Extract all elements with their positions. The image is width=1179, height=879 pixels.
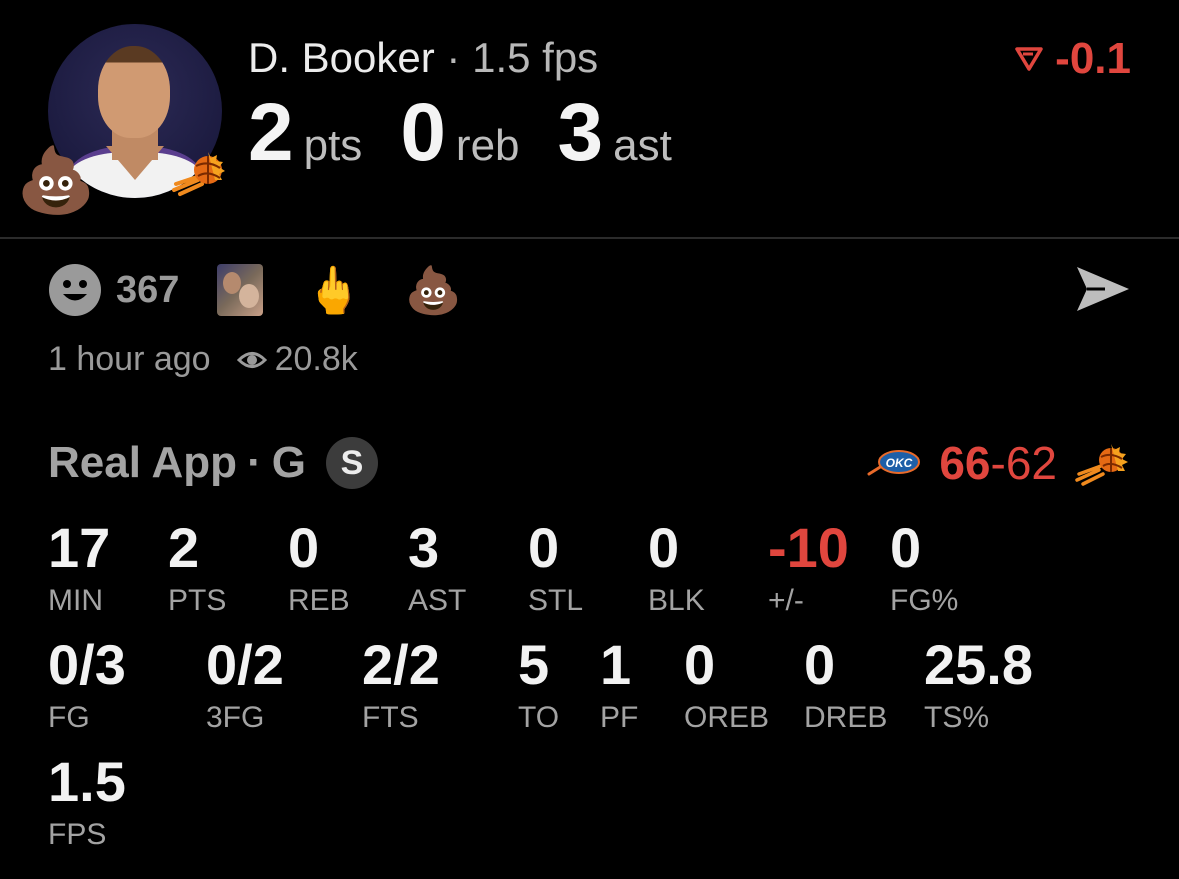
stat-label: TS% [924, 701, 990, 734]
post-meta: 1 hour ago 20.8k [48, 340, 358, 379]
stat-label: FG [48, 701, 90, 734]
source-name[interactable]: Real App [48, 438, 237, 488]
stat-label: +/- [768, 584, 804, 617]
stat-value: 1.5 [48, 750, 126, 813]
headline-reb-unit: reb [455, 121, 520, 170]
stat-oreb: 0 OREB [684, 637, 769, 735]
photo-face [239, 284, 260, 308]
stat-ts-pct: 25.8 TS% [924, 637, 1033, 735]
fps-delta: -0.1 [1015, 34, 1131, 84]
stat-reb: 0 REB [288, 520, 350, 618]
stat-label: BLK [648, 584, 705, 617]
avatar-face [98, 46, 170, 138]
game-score[interactable]: OKC 66 - 62 [867, 436, 1131, 490]
stat-ast: 3 AST [408, 520, 466, 618]
middle-finger-reaction[interactable]: 🖕 [305, 267, 362, 313]
stat-min: 17 MIN [48, 520, 110, 618]
poop-reaction[interactable]: 💩 [405, 267, 462, 313]
score-separator: - [990, 437, 1006, 489]
stat-to: 5 TO [518, 637, 559, 735]
stat-label: OREB [684, 701, 770, 734]
stat-value: 2/2 [362, 633, 440, 696]
stats-row-1: 17 MIN 2 PTS 0 REB 3 AST 0 STL 0 BLK -10… [48, 520, 1148, 620]
headline-pts-value: 2 [248, 87, 294, 178]
stats-row-3: 1.5 FPS [48, 754, 1148, 854]
stat-fg-pct: 0 FG% [890, 520, 958, 618]
stat-dreb: 0 DREB [804, 637, 887, 735]
stat-value: 0 [288, 516, 320, 579]
stat-value: 17 [48, 516, 111, 579]
stats-row-2: 0/3 FG 0/2 3FG 2/2 FTS 5 TO 1 PF 0 OREB … [48, 637, 1148, 737]
player-title[interactable]: D. Booker · 1.5 fps [248, 34, 598, 82]
okc-logo-icon: OKC [867, 450, 921, 476]
title-separator: · [446, 34, 461, 81]
stat-label: FPS [48, 818, 107, 851]
send-icon[interactable] [1075, 264, 1131, 314]
stat-label: FTS [362, 701, 419, 734]
reaction-count[interactable]: 367 [116, 269, 179, 312]
stat-fps: 1.5 FPS [48, 754, 126, 852]
game-info-row: Real App · G S OKC 66 - 62 [48, 436, 1131, 490]
stat-pf: 1 PF [600, 637, 638, 735]
stat-value: 3 [408, 516, 440, 579]
stat-fts: 2/2 FTS [362, 637, 440, 735]
home-score: 66 [939, 437, 991, 489]
stat-value: 0/2 [206, 633, 284, 696]
stat-value: 5 [518, 633, 550, 696]
fps-delta-value: -0.1 [1055, 34, 1131, 83]
stat-label: AST [408, 584, 467, 617]
photo-reaction[interactable] [217, 264, 264, 316]
section-divider [0, 237, 1179, 239]
stat-value: 0 [804, 633, 836, 696]
game-source[interactable]: Real App · G S [48, 436, 378, 490]
stat-value: 0 [890, 516, 922, 579]
view-count: 20.8k [274, 340, 358, 378]
stat-label: 3FG [206, 701, 265, 734]
stat-label: PTS [168, 584, 227, 617]
stat-3fg: 0/2 3FG [206, 637, 284, 735]
stat-pts: 2 PTS [168, 520, 226, 618]
stat-label: PF [600, 701, 639, 734]
stat-value: 0/3 [48, 633, 126, 696]
stat-label: STL [528, 584, 584, 617]
away-score: 62 [1005, 437, 1057, 489]
stat-label: DREB [804, 701, 888, 734]
stat-value: 1 [600, 633, 632, 696]
stat-label: MIN [48, 584, 103, 617]
add-reaction-icon[interactable] [48, 263, 102, 317]
player-name[interactable]: D. Booker [248, 34, 435, 81]
down-triangle-icon [1015, 47, 1043, 71]
stat-label: FG% [890, 584, 959, 617]
stat-plus-minus: -10 +/- [768, 520, 849, 618]
stat-blk: 0 BLK [648, 520, 705, 618]
okc-logo-text: OKC [886, 456, 913, 470]
reactions-row: 367 🖕 💩 [48, 263, 462, 317]
status-badge[interactable]: S [325, 437, 378, 489]
headline-reb-value: 0 [400, 87, 446, 178]
headline-ast-unit: ast [613, 121, 672, 170]
poop-emoji-badge: 💩 [16, 144, 96, 216]
suns-logo-icon [1075, 444, 1128, 486]
stat-value: 25.8 [924, 633, 1033, 696]
eye-icon [236, 351, 267, 368]
stat-value: 0 [684, 633, 716, 696]
stat-fg: 0/3 FG [48, 637, 126, 735]
stat-value: 0 [648, 516, 680, 579]
stat-label: REB [288, 584, 350, 617]
source-separator: · [247, 438, 262, 487]
suns-logo-icon [170, 146, 230, 203]
post-time: 1 hour ago [48, 340, 211, 378]
stat-stl: 0 STL [528, 520, 583, 618]
player-position: G [271, 438, 306, 487]
headline-stats: 2 pts 0 reb 3 ast [248, 92, 710, 174]
stat-value: 2 [168, 516, 200, 579]
stat-value: 0 [528, 516, 560, 579]
stat-label: TO [518, 701, 560, 734]
headline-ast-value: 3 [557, 87, 604, 178]
headline-pts-unit: pts [303, 121, 363, 170]
player-fps: 1.5 fps [472, 34, 599, 81]
stat-value: -10 [768, 516, 849, 579]
